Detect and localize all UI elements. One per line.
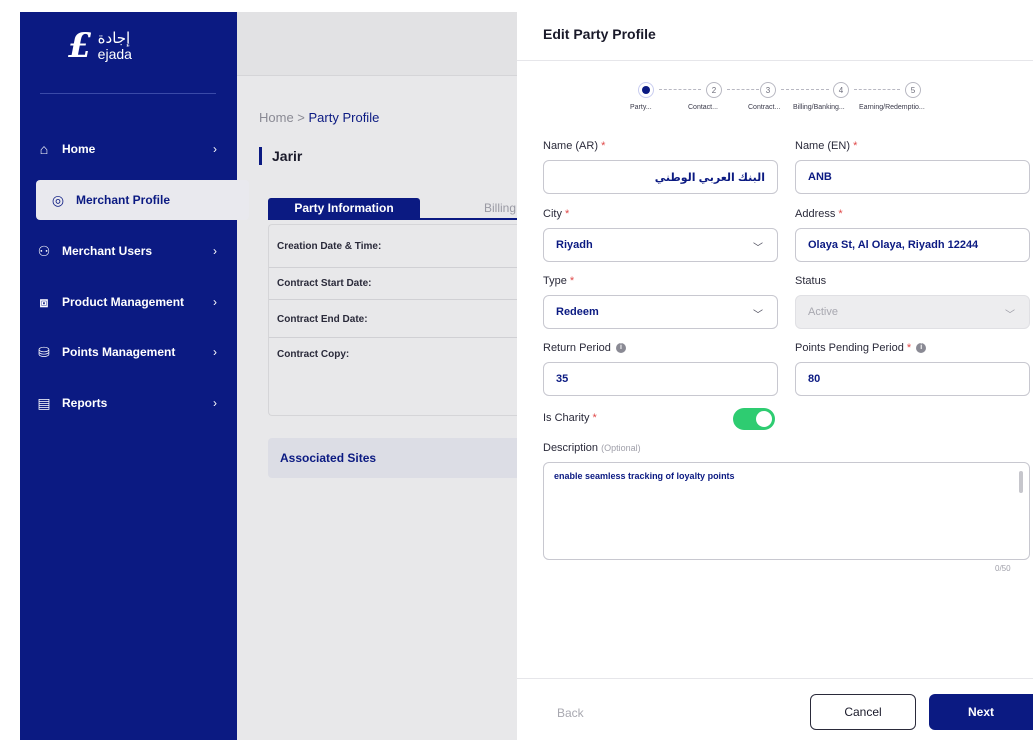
chevron-right-icon: ›: [213, 345, 217, 359]
chevron-down-icon: ﹀: [753, 243, 763, 254]
logo-english: ejada: [97, 45, 132, 62]
character-counter: 0/50: [995, 564, 1011, 573]
chevron-down-icon: ﹀: [753, 310, 763, 321]
chevron-right-icon: ›: [213, 295, 217, 309]
info-contract-end: Contract End Date:: [277, 314, 368, 325]
step-3-label: Contract...: [748, 104, 781, 111]
points-pending-label: Points Pending Period * i: [795, 342, 927, 354]
next-button[interactable]: Next: [929, 694, 1033, 730]
step-2-indicator[interactable]: 2: [706, 82, 722, 98]
name-ar-input[interactable]: البنك العربي الوطني: [543, 160, 778, 194]
step-5-label: Earning/Redemptio...: [859, 104, 925, 111]
sidebar-divider: [40, 93, 216, 94]
breadcrumb-current: Party Profile: [308, 110, 380, 125]
return-period-label: Return Period i: [543, 342, 626, 354]
name-en-label: Name (EN) *: [795, 140, 858, 152]
box-icon: ⧈: [39, 293, 49, 310]
description-label: Description (Optional): [543, 442, 641, 454]
party-info-card: Creation Date & Time: Contract Start Dat…: [268, 224, 539, 416]
info-contract-copy: Contract Copy:: [277, 349, 350, 360]
info-creation-date: Creation Date & Time:: [277, 241, 382, 252]
stepper: 2 3 4 5 Party... Contact... Contract... …: [617, 82, 997, 122]
points-pending-input[interactable]: 80: [795, 362, 1030, 396]
home-icon: ⌂: [39, 141, 49, 157]
sidebar-item-product-management[interactable]: ⧈ Product Management ›: [20, 282, 237, 322]
name-ar-label: Name (AR) *: [543, 140, 606, 152]
sidebar-item-merchant-users[interactable]: ⚇ Merchant Users ›: [20, 231, 237, 271]
chevron-right-icon: ›: [213, 142, 217, 156]
is-charity-toggle[interactable]: [733, 408, 775, 430]
scrollbar-thumb[interactable]: [1019, 471, 1023, 493]
status-label: Status: [795, 275, 827, 287]
step-2-label: Contact...: [688, 104, 718, 111]
info-icon[interactable]: i: [916, 343, 927, 354]
sidebar-item-label: Points Management: [62, 345, 176, 359]
return-period-input[interactable]: 35: [543, 362, 778, 396]
users-icon: ⚇: [37, 242, 51, 259]
drawer-title: Edit Party Profile: [543, 26, 656, 42]
app-frame: £ إجادة ejada ⌂ Home › ◎ Merchant Profil…: [20, 12, 1033, 740]
ejada-logo: £ إجادة ejada: [68, 24, 188, 68]
type-label: Type *: [543, 275, 575, 287]
sidebar-item-label: Home: [62, 142, 96, 156]
step-5-indicator[interactable]: 5: [905, 82, 921, 98]
step-4-label: Billing/Banking...: [793, 104, 845, 111]
sidebar: £ إجادة ejada ⌂ Home › ◎ Merchant Profil…: [20, 12, 249, 740]
tab-billing[interactable]: Billing: [484, 201, 516, 215]
sidebar-item-merchant-profile[interactable]: ◎ Merchant Profile: [36, 180, 249, 220]
info-contract-start: Contract Start Date:: [277, 278, 372, 289]
address-input[interactable]: Olaya St, Al Olaya, Riyadh 12244: [795, 228, 1030, 262]
sidebar-item-points-management[interactable]: ⛁ Points Management ›: [20, 332, 237, 372]
chevron-down-icon: ﹀: [1005, 310, 1015, 321]
breadcrumb-home[interactable]: Home: [259, 110, 294, 125]
sidebar-item-label: Product Management: [62, 295, 185, 309]
type-select[interactable]: Redeem ﹀: [543, 295, 778, 329]
tab-party-information[interactable]: Party Information: [268, 198, 420, 218]
sidebar-item-reports[interactable]: ▤ Reports ›: [20, 383, 237, 423]
top-bar: [237, 12, 537, 76]
report-icon: ▤: [37, 394, 51, 411]
city-select[interactable]: Riyadh ﹀: [543, 228, 778, 262]
profile-icon: ◎: [51, 191, 65, 208]
is-charity-label: Is Charity *: [543, 412, 597, 424]
logo-arabic: إجادة: [97, 29, 131, 47]
step-4-indicator[interactable]: 4: [833, 82, 849, 98]
info-icon[interactable]: i: [615, 343, 626, 354]
associated-sites-header[interactable]: Associated Sites: [268, 438, 538, 478]
step-3-indicator[interactable]: 3: [760, 82, 776, 98]
city-label: City *: [543, 208, 570, 220]
logo-mark-icon: £: [68, 26, 92, 66]
edit-party-drawer: Edit Party Profile 2 3 4 5 Party... Cont…: [517, 12, 1033, 740]
sidebar-item-label: Reports: [62, 396, 108, 410]
sidebar-item-label: Merchant Profile: [76, 193, 171, 207]
step-1-indicator[interactable]: [638, 82, 654, 98]
address-label: Address *: [795, 208, 843, 220]
cancel-button[interactable]: Cancel: [810, 694, 916, 730]
sidebar-item-home[interactable]: ⌂ Home ›: [20, 129, 237, 169]
chevron-right-icon: ›: [213, 244, 217, 258]
back-button[interactable]: Back: [557, 706, 584, 720]
status-select: Active ﹀: [795, 295, 1030, 329]
chevron-right-icon: ›: [213, 396, 217, 410]
description-textarea[interactable]: enable seamless tracking of loyalty poin…: [543, 462, 1030, 560]
breadcrumb: Home > Party Profile: [259, 110, 379, 125]
tab-underline: [268, 218, 538, 220]
points-icon: ⛁: [38, 343, 50, 360]
breadcrumb-separator: >: [293, 110, 309, 125]
page-title: Jarir: [259, 147, 302, 165]
tabs: Party Information Billing: [268, 198, 538, 218]
step-1-label: Party...: [630, 104, 652, 111]
sidebar-item-label: Merchant Users: [62, 244, 153, 258]
name-en-input[interactable]: ANB: [795, 160, 1030, 194]
